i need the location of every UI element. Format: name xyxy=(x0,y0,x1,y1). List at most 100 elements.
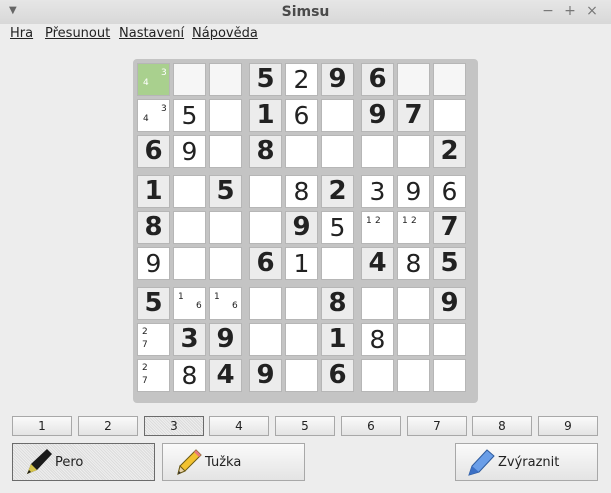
board-cell[interactable] xyxy=(433,359,466,392)
minimize-icon[interactable]: − xyxy=(541,3,555,19)
board-cell[interactable]: 5 xyxy=(209,175,242,208)
menu-help[interactable]: Nápověda xyxy=(192,26,258,41)
board-cell[interactable] xyxy=(285,323,318,356)
board-cell[interactable] xyxy=(249,323,282,356)
board-cell[interactable]: 12 xyxy=(397,211,430,244)
board-cell[interactable] xyxy=(249,287,282,320)
board-cell[interactable]: 2 xyxy=(285,63,318,96)
board-cell[interactable]: 27 xyxy=(137,359,170,392)
board-cell[interactable]: 7 xyxy=(397,99,430,132)
board-cell[interactable]: 9 xyxy=(433,287,466,320)
board-cell[interactable] xyxy=(285,135,318,168)
board-cell[interactable]: 2 xyxy=(321,175,354,208)
board-cell[interactable]: 2 xyxy=(433,135,466,168)
board-cell[interactable] xyxy=(285,359,318,392)
board-cell[interactable] xyxy=(321,99,354,132)
board-cell[interactable] xyxy=(173,211,206,244)
close-icon[interactable]: × xyxy=(585,3,599,19)
board-cell[interactable]: 6 xyxy=(249,247,282,280)
board-cell[interactable] xyxy=(209,135,242,168)
board-cell[interactable]: 9 xyxy=(321,63,354,96)
board-cell[interactable]: 5 xyxy=(137,287,170,320)
number-button-8[interactable]: 8 xyxy=(472,416,532,436)
board-cell[interactable]: 3 xyxy=(173,323,206,356)
board-cell[interactable] xyxy=(321,247,354,280)
board-cell[interactable] xyxy=(173,63,206,96)
board-cell[interactable]: 1 xyxy=(285,247,318,280)
board-cell[interactable]: 8 xyxy=(173,359,206,392)
board-cell[interactable]: 16 xyxy=(209,287,242,320)
board-cell[interactable]: 7 xyxy=(433,211,466,244)
number-button-5[interactable]: 5 xyxy=(275,416,335,436)
menu-settings[interactable]: Nastavení xyxy=(119,26,184,41)
number-button-7[interactable]: 7 xyxy=(407,416,467,436)
board-cell[interactable]: 27 xyxy=(137,323,170,356)
board-cell[interactable] xyxy=(361,359,394,392)
board-cell[interactable] xyxy=(321,135,354,168)
board-cell[interactable] xyxy=(173,247,206,280)
board-cell[interactable]: 8 xyxy=(361,323,394,356)
board-cell[interactable] xyxy=(433,63,466,96)
board-cell[interactable] xyxy=(209,99,242,132)
board-cell[interactable]: 4 xyxy=(361,247,394,280)
board-cell[interactable]: 8 xyxy=(249,135,282,168)
board-cell[interactable]: 4 xyxy=(209,359,242,392)
board-cell[interactable] xyxy=(249,211,282,244)
board-cell[interactable]: 8 xyxy=(137,211,170,244)
board-cell[interactable]: 5 xyxy=(173,99,206,132)
board-cell[interactable]: 6 xyxy=(361,63,394,96)
board-cell[interactable]: 9 xyxy=(285,211,318,244)
board-cell[interactable] xyxy=(209,211,242,244)
board-cell[interactable]: 5 xyxy=(433,247,466,280)
board-cell[interactable] xyxy=(397,287,430,320)
number-button-2[interactable]: 2 xyxy=(78,416,138,436)
menu-game[interactable]: Hra xyxy=(10,26,33,41)
board-cell[interactable]: 5 xyxy=(249,63,282,96)
highlight-button[interactable]: Zvýraznit xyxy=(455,443,598,481)
maximize-icon[interactable]: + xyxy=(563,3,577,19)
board-cell[interactable]: 16 xyxy=(173,287,206,320)
pen-button[interactable]: Pero xyxy=(12,443,155,481)
board-cell[interactable] xyxy=(249,175,282,208)
board-cell[interactable]: 6 xyxy=(137,135,170,168)
board-cell[interactable]: 6 xyxy=(433,175,466,208)
board-cell[interactable]: 6 xyxy=(321,359,354,392)
board-cell[interactable] xyxy=(433,99,466,132)
board-cell[interactable]: 3 xyxy=(361,175,394,208)
board-cell[interactable]: 9 xyxy=(173,135,206,168)
board-cell[interactable] xyxy=(397,63,430,96)
board-cell[interactable]: 6 xyxy=(285,99,318,132)
board-cell[interactable]: 1 xyxy=(321,323,354,356)
board-cell[interactable]: 1 xyxy=(137,175,170,208)
board-cell[interactable] xyxy=(361,135,394,168)
board-cell[interactable]: 9 xyxy=(209,323,242,356)
board-cell[interactable] xyxy=(397,323,430,356)
board-cell[interactable] xyxy=(209,63,242,96)
board-cell[interactable] xyxy=(209,247,242,280)
board-cell[interactable]: 9 xyxy=(137,247,170,280)
number-button-4[interactable]: 4 xyxy=(209,416,269,436)
board-cell[interactable]: 5 xyxy=(321,211,354,244)
number-button-6[interactable]: 6 xyxy=(341,416,401,436)
board-cell[interactable] xyxy=(361,287,394,320)
board-cell[interactable]: 43 xyxy=(137,63,170,96)
number-button-3[interactable]: 3 xyxy=(144,416,204,436)
board-cell[interactable]: 9 xyxy=(397,175,430,208)
board-cell[interactable]: 8 xyxy=(397,247,430,280)
number-button-9[interactable]: 9 xyxy=(538,416,598,436)
board-cell[interactable] xyxy=(433,323,466,356)
board-cell[interactable] xyxy=(285,287,318,320)
board-cell[interactable] xyxy=(173,175,206,208)
board-cell[interactable] xyxy=(397,359,430,392)
board-cell[interactable]: 1 xyxy=(249,99,282,132)
board-cell[interactable] xyxy=(397,135,430,168)
board-cell[interactable]: 9 xyxy=(361,99,394,132)
board-cell[interactable]: 43 xyxy=(137,99,170,132)
number-button-1[interactable]: 1 xyxy=(12,416,72,436)
pencil-button[interactable]: Tužka xyxy=(162,443,305,481)
menu-move[interactable]: Přesunout xyxy=(45,26,110,41)
board-cell[interactable]: 9 xyxy=(249,359,282,392)
board-cell[interactable]: 8 xyxy=(285,175,318,208)
board-cell[interactable]: 8 xyxy=(321,287,354,320)
board-cell[interactable]: 12 xyxy=(361,211,394,244)
